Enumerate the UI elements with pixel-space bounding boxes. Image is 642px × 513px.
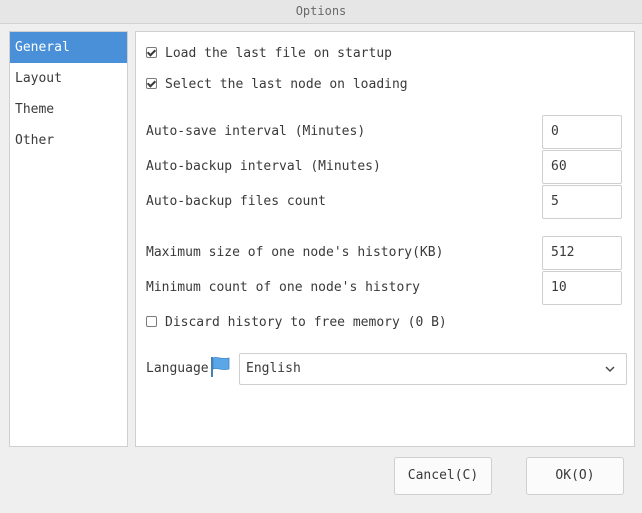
load-last-file-label: Load the last file on startup: [165, 46, 392, 61]
language-select[interactable]: English: [239, 353, 627, 385]
flag-icon: [211, 357, 230, 377]
discard-history-row[interactable]: Discard history to free memory (0 B): [146, 310, 447, 336]
discard-history-checkbox[interactable]: [146, 316, 157, 327]
autosave-interval-input[interactable]: 0: [542, 115, 622, 149]
select-last-node-checkbox[interactable]: [146, 78, 157, 89]
autobackup-interval-label: Auto-backup interval (Minutes): [146, 159, 381, 174]
sidebar-item-other[interactable]: Other: [10, 125, 127, 156]
sidebar-item-general[interactable]: General: [10, 32, 127, 63]
autobackup-count-input[interactable]: 5: [542, 185, 622, 219]
select-last-node-row[interactable]: Select the last node on loading: [146, 72, 408, 98]
min-history-count-input[interactable]: 10: [542, 271, 622, 305]
cancel-button[interactable]: Cancel(C): [394, 457, 492, 495]
select-last-node-label: Select the last node on loading: [165, 77, 408, 92]
max-history-size-input[interactable]: 512: [542, 236, 622, 270]
sidebar-item-layout[interactable]: Layout: [10, 63, 127, 94]
ok-button[interactable]: OK(O): [526, 457, 624, 495]
load-last-file-row[interactable]: Load the last file on startup: [146, 41, 392, 67]
language-label: Language: [146, 361, 209, 376]
autobackup-interval-input[interactable]: 60: [542, 150, 622, 184]
general-settings-panel: Load the last file on startup Select the…: [135, 31, 635, 447]
language-select-value: English: [246, 361, 301, 376]
min-history-count-label: Minimum count of one node's history: [146, 280, 420, 295]
autosave-interval-label: Auto-save interval (Minutes): [146, 124, 366, 139]
max-history-size-label: Maximum size of one node's history(KB): [146, 245, 444, 260]
window-title: Options: [0, 0, 642, 24]
chevron-down-icon: [605, 366, 615, 373]
sidebar-item-theme[interactable]: Theme: [10, 94, 127, 125]
options-sidebar: General Layout Theme Other: [9, 31, 128, 447]
discard-history-label: Discard history to free memory (0 B): [165, 315, 447, 330]
autobackup-count-label: Auto-backup files count: [146, 194, 327, 209]
load-last-file-checkbox[interactable]: [146, 47, 157, 58]
